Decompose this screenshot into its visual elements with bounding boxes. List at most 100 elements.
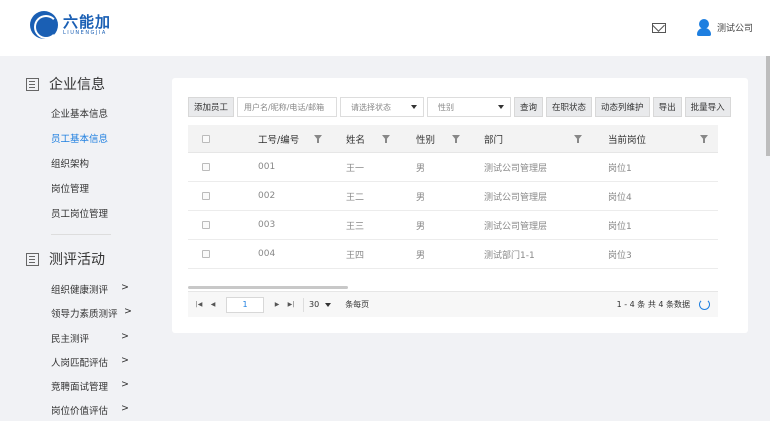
add-employee-button[interactable]: 添加员工 [188, 97, 235, 117]
table-header: 工号/编号 姓名 性别 部门 当前岗位 [188, 125, 718, 153]
sidebar-item-org-health[interactable]: 组织健康测评 > [51, 282, 129, 296]
sidebar-item-job-value-eval[interactable]: 岗位价值评估 > [51, 403, 129, 417]
logo-subtitle: LIUNENGJIA [63, 30, 107, 36]
per-page-label: 条每页 [345, 300, 370, 309]
query-button[interactable]: 查询 [514, 97, 544, 117]
status-select[interactable]: 请选择状态 [340, 97, 425, 117]
cell-position: 岗位4 [608, 192, 632, 203]
dynamic-column-button[interactable]: 动态列维护 [595, 97, 650, 117]
mail-icon[interactable] [652, 23, 666, 33]
top-header: 六能加 LIUNENGJIA 测试公司 [0, 0, 770, 56]
filter-icon[interactable] [452, 135, 460, 143]
menu-label: 领导力素质测评 [51, 309, 118, 320]
table-row[interactable]: 003 王三 男 测试公司管理层 岗位1 [188, 211, 718, 240]
cell-name: 王四 [346, 250, 365, 261]
logo[interactable]: 六能加 LIUNENGJIA [30, 11, 111, 39]
next-page-icon[interactable]: ▶ [270, 297, 284, 313]
cell-position: 岗位1 [608, 163, 632, 174]
cell-position: 岗位3 [608, 250, 632, 261]
menu-label: 组织健康测评 [51, 285, 109, 296]
cell-gender: 男 [416, 250, 426, 261]
filter-icon[interactable] [700, 135, 708, 143]
cell-id: 004 [258, 249, 276, 259]
cell-gender: 男 [416, 192, 426, 203]
refresh-icon[interactable] [699, 299, 710, 310]
filter-icon[interactable] [574, 135, 582, 143]
chevron-right-icon: > [124, 306, 132, 317]
chevron-right-icon: > [121, 355, 129, 366]
cell-department: 测试公司管理层 [484, 163, 548, 174]
bulk-import-button[interactable]: 批量导入 [684, 97, 731, 117]
col-header-id[interactable]: 工号/编号 [258, 125, 299, 152]
sidebar-section-assessment[interactable]: 测评活动 [26, 249, 105, 269]
row-checkbox[interactable] [202, 192, 210, 200]
sidebar-section-company-info[interactable]: 企业信息 [26, 74, 105, 94]
sidebar-item-employee-basic-info[interactable]: 员工基本信息 [51, 131, 108, 145]
row-checkbox[interactable] [202, 221, 210, 229]
col-header-position[interactable]: 当前岗位 [608, 125, 646, 152]
sidebar-item-leadership[interactable]: 领导力素质测评 > [51, 306, 132, 320]
table-row[interactable]: 004 王四 男 测试部门1-1 岗位3 [188, 240, 718, 269]
sidebar-item-employee-position-management[interactable]: 员工岗位管理 [51, 206, 108, 220]
cell-id: 002 [258, 191, 276, 201]
export-button[interactable]: 导出 [652, 97, 682, 117]
prev-page-icon[interactable]: ◀ [206, 297, 220, 313]
select-all-checkbox[interactable] [202, 134, 210, 143]
logo-mark-icon [30, 11, 58, 39]
chevron-right-icon: > [121, 403, 129, 414]
sidebar: 企业信息 企业基本信息 员工基本信息 组织架构 岗位管理 员工岗位管理 测评活动… [0, 56, 156, 421]
first-page-icon[interactable]: |◀ [192, 297, 206, 313]
page-size-select[interactable]: 30 [309, 297, 332, 313]
sidebar-item-democratic-eval[interactable]: 民主测评 > [51, 331, 129, 345]
gender-select[interactable]: 性别 [427, 97, 512, 117]
menu-label: 民主测评 [51, 334, 90, 345]
chevron-right-icon: > [121, 331, 129, 342]
row-checkbox[interactable] [202, 163, 210, 171]
col-header-department[interactable]: 部门 [484, 125, 503, 152]
search-input[interactable]: 用户名/昵称/电话/邮箱 [237, 97, 338, 117]
caret-down-icon [498, 105, 505, 109]
col-header-gender[interactable]: 性别 [416, 125, 435, 152]
table-row[interactable]: 001 王一 男 测试公司管理层 岗位1 [188, 153, 718, 182]
row-checkbox[interactable] [202, 250, 210, 258]
sidebar-item-org-structure[interactable]: 组织架构 [51, 156, 89, 170]
caret-down-icon [411, 105, 418, 109]
cell-position: 岗位1 [608, 221, 632, 232]
logo-title: 六能加 [63, 13, 112, 31]
col-header-name[interactable]: 姓名 [346, 125, 365, 152]
user-avatar-icon [696, 19, 712, 36]
page-size-value: 30 [309, 300, 320, 309]
filter-icon[interactable] [314, 135, 322, 143]
employee-table: 工号/编号 姓名 性别 部门 当前岗位 001 王一 男 测试公司管理层 岗位1… [188, 125, 718, 269]
building-icon [26, 77, 39, 91]
sidebar-divider [51, 234, 111, 235]
employee-panel: 添加员工 用户名/昵称/电话/邮箱 请选择状态 性别 查询 在职状态 动态列维护… [172, 78, 748, 333]
page-number-input[interactable]: 1 [226, 296, 264, 313]
pagination-bar: |◀ ◀ 1 ▶ ▶| 30 条每页 1 - 4 条 共 4 条数据 [188, 291, 718, 317]
filter-icon[interactable] [382, 135, 390, 143]
cell-department: 测试公司管理层 [484, 192, 548, 203]
table-row[interactable]: 002 王二 男 测试公司管理层 岗位4 [188, 182, 718, 211]
user-menu[interactable]: 测试公司 [696, 19, 753, 36]
sidebar-item-company-basic-info[interactable]: 企业基本信息 [51, 106, 108, 120]
sidebar-item-position-management[interactable]: 岗位管理 [51, 181, 89, 195]
cell-gender: 男 [416, 221, 426, 232]
menu-label: 竞聘面试管理 [51, 382, 109, 393]
section-title: 企业信息 [49, 77, 105, 93]
cell-name: 王三 [346, 221, 365, 232]
sidebar-item-competition-interview[interactable]: 竞聘面试管理 > [51, 379, 129, 393]
chevron-right-icon: > [121, 379, 129, 390]
vertical-scrollbar[interactable] [766, 56, 770, 156]
section-title: 测评活动 [49, 252, 105, 268]
sidebar-item-person-job-match[interactable]: 人岗匹配评估 > [51, 355, 129, 369]
horizontal-scrollbar[interactable] [188, 286, 348, 289]
last-page-icon[interactable]: ▶| [284, 297, 298, 313]
in-service-status-button[interactable]: 在职状态 [546, 97, 593, 117]
pagination-info: 1 - 4 条 共 4 条数据 [616, 300, 690, 309]
pager-divider [303, 297, 304, 312]
clipboard-icon [26, 252, 39, 266]
cell-id: 001 [258, 162, 276, 172]
cell-department: 测试部门1-1 [484, 250, 535, 261]
cell-name: 王二 [346, 192, 365, 203]
cell-gender: 男 [416, 163, 426, 174]
